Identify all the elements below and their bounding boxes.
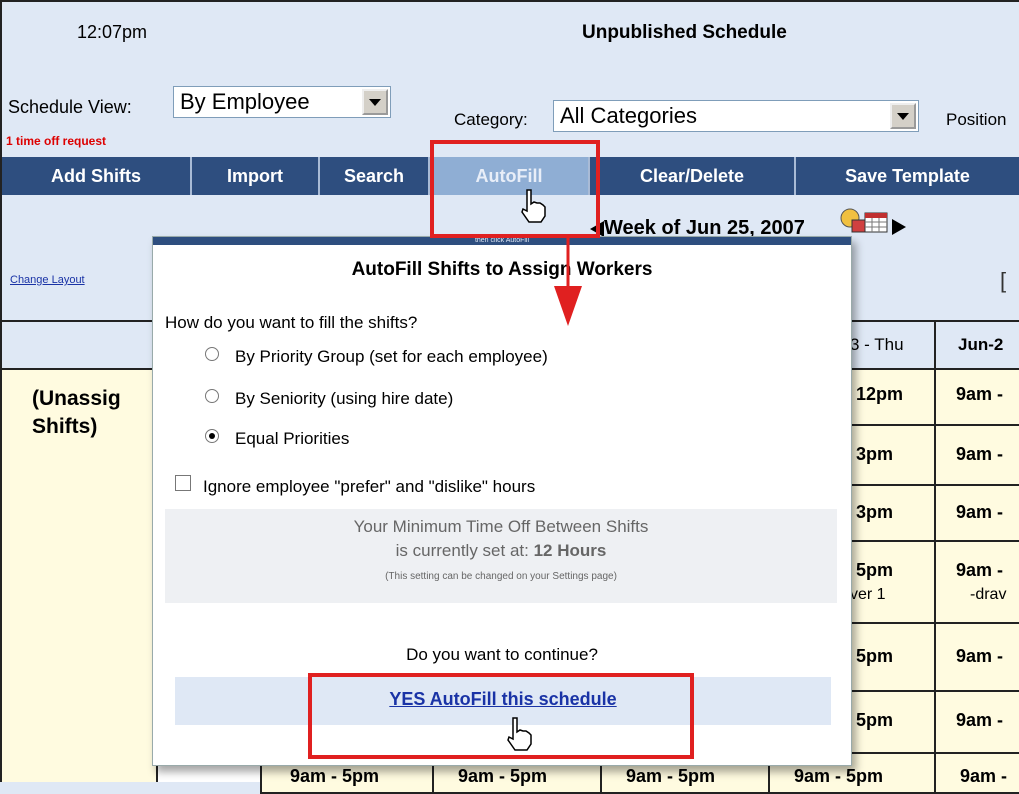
dialog-subtitle: then click AutoFill	[474, 237, 530, 244]
priority-group-radio[interactable]	[205, 347, 219, 361]
hand-cursor-icon	[504, 716, 534, 757]
ignore-hours-checkbox[interactable]	[175, 475, 191, 491]
equal-priorities-label[interactable]: Equal Priorities	[235, 429, 349, 449]
save-template-button[interactable]: Save Template	[796, 157, 1019, 195]
shift-cell[interactable]: 9am -	[934, 692, 1019, 754]
info-line2: is currently set at: 12 Hours	[395, 541, 607, 560]
seniority-label[interactable]: By Seniority (using hire date)	[235, 389, 453, 409]
red-arrow-icon	[548, 236, 588, 333]
clear-delete-button[interactable]: Clear/Delete	[590, 157, 796, 195]
category-value: All Categories	[560, 103, 697, 128]
bracket-fragment: [	[1000, 268, 1007, 293]
import-button[interactable]: Import	[192, 157, 320, 195]
fill-question: How do you want to fill the shifts?	[165, 313, 418, 332]
shift-cell[interactable]: 9am -	[934, 370, 1019, 426]
hand-cursor-icon	[518, 188, 548, 229]
header-jun: Jun-2	[958, 335, 1004, 354]
shift-cell[interactable]: 9am -	[934, 754, 1019, 794]
header-bar	[2, 2, 1019, 82]
chevron-down-icon[interactable]	[890, 103, 916, 129]
position-label: Position	[946, 110, 1007, 129]
category-select[interactable]: All Categories	[553, 100, 919, 132]
change-layout-link[interactable]: Change Layout	[10, 274, 85, 286]
shift-cell[interactable]: 9am -	[934, 624, 1019, 692]
unassigned-line2: Shifts)	[32, 415, 98, 438]
search-button[interactable]: Search	[320, 157, 430, 195]
highlight-box-yes	[308, 673, 694, 759]
ignore-hours-label[interactable]: Ignore employee "prefer" and "dislike" h…	[203, 477, 535, 497]
next-week-icon[interactable]	[890, 218, 908, 241]
calendar-icon[interactable]	[864, 210, 890, 239]
info-line1: Your Minimum Time Off Between Shifts	[353, 517, 649, 536]
priority-group-label[interactable]: By Priority Group (set for each employee…	[235, 347, 548, 367]
info-note: (This setting can be changed on your Set…	[385, 571, 617, 582]
schedule-view-value: By Employee	[180, 89, 310, 114]
shift-cell[interactable]: 9am -	[934, 486, 1019, 542]
equal-priorities-radio[interactable]	[205, 429, 219, 443]
chevron-down-icon[interactable]	[362, 89, 388, 115]
header-thu: 3 - Thu	[850, 335, 904, 354]
highlight-box-autofill	[430, 140, 600, 238]
schedule-view-select[interactable]: By Employee	[173, 86, 391, 118]
time-off-notice[interactable]: 1 time off request	[6, 134, 106, 148]
unassigned-line1: (Unassig	[32, 387, 121, 410]
unassigned-label: (Unassig Shifts)	[32, 385, 121, 441]
continue-question: Do you want to continue?	[406, 645, 598, 664]
shift-cell[interactable]: 9am - -drav	[934, 542, 1019, 624]
min-time-off-info: Your Minimum Time Off Between Shifts is …	[165, 509, 837, 603]
current-time: 12:07pm	[77, 22, 148, 42]
add-shifts-button[interactable]: Add Shifts	[2, 157, 192, 195]
shift-cell[interactable]: 9am -	[934, 426, 1019, 486]
schedule-view-label: Schedule View:	[8, 97, 132, 117]
seniority-radio[interactable]	[205, 389, 219, 403]
dialog-title: AutoFill Shifts to Assign Workers	[351, 259, 653, 280]
category-label: Category:	[454, 110, 528, 129]
schedule-title: Unpublished Schedule	[582, 22, 787, 43]
